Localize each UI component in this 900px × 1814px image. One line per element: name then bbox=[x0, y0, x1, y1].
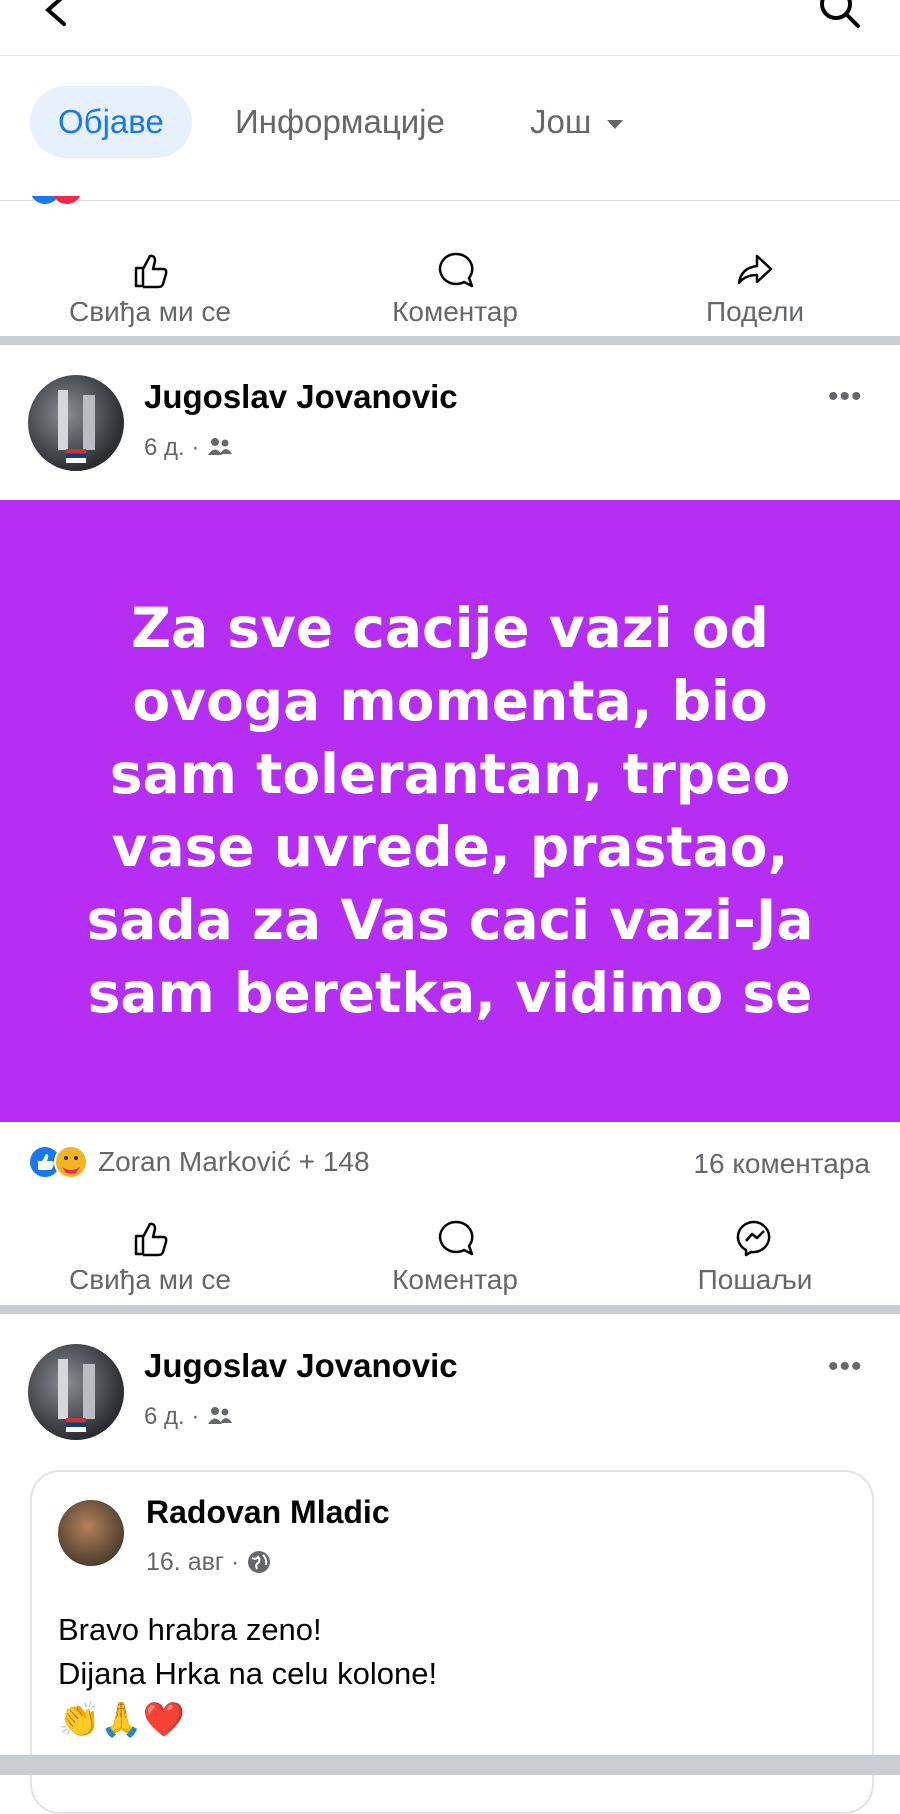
caret-down-icon bbox=[606, 120, 623, 130]
post-more-options[interactable]: ••• bbox=[828, 380, 863, 414]
globe-icon bbox=[248, 1551, 271, 1573]
meta-dot: · bbox=[191, 1403, 200, 1430]
friends-icon bbox=[208, 438, 233, 455]
back-icon[interactable] bbox=[40, 0, 70, 32]
post-separator bbox=[0, 1305, 900, 1314]
shared-post-time: 16. авг bbox=[146, 1548, 225, 1576]
top-bar bbox=[0, 0, 900, 56]
reactions-summary[interactable]: Zoran Marković + 148 bbox=[28, 1145, 370, 1179]
like-button[interactable]: Свиђа ми се bbox=[40, 1218, 260, 1296]
post-time: 6 д. bbox=[144, 1403, 185, 1430]
care-reaction-icon bbox=[54, 1145, 88, 1179]
post-text-background: Za sve cacije vazi od ovoga momenta, bio… bbox=[0, 500, 900, 1122]
like-icon bbox=[134, 254, 168, 289]
author-avatar[interactable] bbox=[28, 375, 124, 471]
tab-posts[interactable]: Објаве bbox=[30, 86, 192, 158]
post-author-name[interactable]: Jugoslav Jovanovic bbox=[144, 1347, 458, 1385]
shared-post-meta: 16. авг · bbox=[146, 1548, 272, 1577]
prev-like-label: Свиђа ми се bbox=[69, 296, 231, 327]
comment-icon bbox=[438, 1220, 474, 1256]
shared-author-name[interactable]: Radovan Mladic bbox=[146, 1494, 390, 1531]
post-meta: 6 д. · bbox=[144, 1403, 234, 1431]
comment-icon bbox=[438, 252, 474, 288]
meta-dot: · bbox=[191, 434, 200, 461]
tab-more[interactable]: Још bbox=[530, 86, 625, 158]
post-text: Za sve cacije vazi od ovoga momenta, bio… bbox=[86, 596, 814, 1025]
post-separator bbox=[0, 336, 900, 345]
tab-more-label: Још bbox=[530, 103, 592, 140]
shared-post-emojis: 👏🙏❤️ bbox=[58, 1701, 186, 1739]
post-more-options[interactable]: ••• bbox=[828, 1350, 863, 1384]
author-avatar[interactable] bbox=[28, 1344, 124, 1440]
like-label: Свиђа ми се bbox=[69, 1264, 231, 1295]
messenger-icon bbox=[736, 1220, 771, 1257]
comment-label: Коментар bbox=[392, 1264, 518, 1295]
reactions-text: Zoran Marković + 148 bbox=[98, 1146, 370, 1177]
bottom-edge bbox=[0, 1755, 900, 1775]
shared-post-line-1: Bravo hrabra zeno! bbox=[58, 1612, 322, 1647]
post-author-name[interactable]: Jugoslav Jovanovic bbox=[144, 378, 458, 416]
share-icon bbox=[737, 254, 773, 285]
tab-about[interactable]: Информације bbox=[235, 86, 445, 158]
profile-tabs: Објаве Информације Још bbox=[0, 56, 900, 201]
prev-reaction-icons bbox=[30, 196, 90, 210]
post-time: 6 д. bbox=[144, 434, 185, 461]
shared-author-avatar[interactable] bbox=[58, 1500, 124, 1566]
prev-comment-button[interactable]: Коментар bbox=[345, 250, 565, 328]
comment-button[interactable]: Коментар bbox=[345, 1218, 565, 1296]
shared-post-line-2: Dijana Hrka na celu kolone! bbox=[58, 1656, 438, 1691]
prev-like-button[interactable]: Свиђа ми се bbox=[40, 250, 260, 328]
send-button[interactable]: Пошаљи bbox=[645, 1218, 865, 1296]
comments-count[interactable]: 16 коментара bbox=[693, 1148, 870, 1180]
prev-share-label: Подели bbox=[705, 296, 805, 327]
send-label: Пошаљи bbox=[697, 1264, 813, 1295]
meta-dot: · bbox=[230, 1548, 240, 1576]
search-icon[interactable] bbox=[818, 0, 862, 30]
like-icon bbox=[134, 1222, 168, 1257]
friends-icon bbox=[208, 1407, 233, 1424]
prev-share-button[interactable]: Подели bbox=[645, 250, 865, 328]
post-meta: 6 д. · bbox=[144, 434, 234, 462]
prev-comment-label: Коментар bbox=[392, 296, 518, 327]
